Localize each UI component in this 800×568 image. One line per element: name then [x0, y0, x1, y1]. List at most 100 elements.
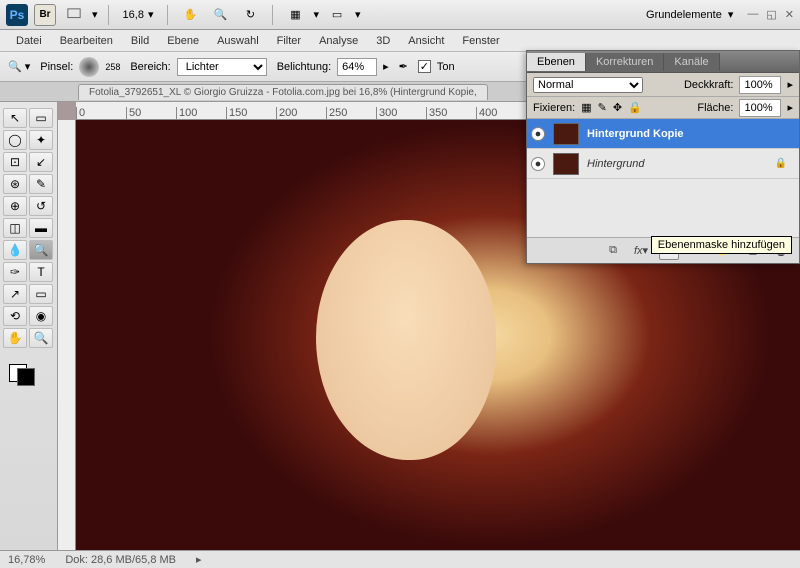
arrange-documents-icon[interactable]: ▦ [283, 4, 307, 26]
menu-bild[interactable]: Bild [123, 33, 157, 49]
zoom-level-dropdown[interactable]: 16,8▾ [119, 8, 158, 21]
status-zoom[interactable]: 16,78% [8, 554, 45, 566]
layer-row[interactable]: Hintergrund 🔒 [527, 149, 799, 179]
layer-row[interactable]: Hintergrund Kopie [527, 119, 799, 149]
fill-label: Fläche: [697, 102, 733, 114]
opacity-input[interactable] [739, 76, 781, 94]
3d-tool[interactable]: ⟲ [3, 306, 27, 326]
menu-datei[interactable]: Datei [8, 33, 50, 49]
photoshop-icon: Ps [6, 4, 28, 26]
move-tool[interactable]: ↖ [3, 108, 27, 128]
eraser-tool[interactable]: ◫ [3, 218, 27, 238]
layer-name: Hintergrund Kopie [587, 128, 684, 140]
status-dropdown-arrow[interactable]: ▸ [196, 553, 202, 566]
hand-tool-icon[interactable]: ✋ [178, 4, 202, 26]
status-doc-label: Dok: [65, 554, 88, 566]
brush-label: Pinsel: [40, 61, 73, 73]
exposure-input[interactable] [337, 58, 377, 76]
tab-kanaele[interactable]: Kanäle [664, 53, 719, 71]
menu-ebene[interactable]: Ebene [159, 33, 207, 49]
screen-mode-icon[interactable]: ▭ [325, 4, 349, 26]
workspace-label: Grundelemente [646, 9, 722, 21]
menu-ansicht[interactable]: Ansicht [400, 33, 452, 49]
brush-preview[interactable] [79, 57, 99, 77]
layer-name: Hintergrund [587, 158, 644, 170]
opacity-slider-arrow[interactable]: ▸ [787, 78, 793, 91]
restore-button[interactable]: ◱ [766, 8, 776, 21]
minimize-button[interactable]: — [747, 8, 758, 21]
pen-tool[interactable]: ✑ [3, 262, 27, 282]
bridge-icon[interactable]: Br [34, 4, 56, 26]
status-bar: 16,78% Dok: 28,6 MB/65,8 MB ▸ [0, 550, 800, 568]
blur-tool[interactable]: 💧 [3, 240, 27, 260]
protect-tones-checkbox[interactable]: ✓ [418, 60, 431, 73]
stamp-tool[interactable]: ⊕ [3, 196, 27, 216]
menu-bearbeiten[interactable]: Bearbeiten [52, 33, 121, 49]
type-tool[interactable]: T [29, 262, 53, 282]
fill-slider-arrow[interactable]: ▸ [787, 101, 793, 114]
application-toolbar: Ps Br ▾ 16,8▾ ✋ 🔍 ↻ ▦▾ ▭▾ Grundelemente▾… [0, 0, 800, 30]
toolbar-dropdown-arrow[interactable]: ▾ [92, 8, 98, 21]
marquee-tool[interactable]: ▭ [29, 108, 53, 128]
hand-tool[interactable]: ✋ [3, 328, 27, 348]
link-layers-icon[interactable]: ⧉ [603, 242, 623, 260]
menu-analyse[interactable]: Analyse [311, 33, 366, 49]
vertical-ruler [58, 120, 76, 550]
visibility-icon[interactable] [531, 127, 545, 141]
lock-all-icon[interactable]: 🔒 [628, 101, 642, 114]
range-select[interactable]: Lichter [177, 58, 267, 76]
healing-tool[interactable]: ⊛ [3, 174, 27, 194]
status-doc-size: 28,6 MB/65,8 MB [91, 554, 176, 566]
airbrush-icon[interactable]: ✒ [399, 60, 408, 73]
fill-input[interactable] [739, 99, 781, 117]
blend-mode-select[interactable]: Normal [533, 77, 643, 93]
menu-filter[interactable]: Filter [269, 33, 309, 49]
gradient-tool[interactable]: ▬ [29, 218, 53, 238]
lasso-tool[interactable]: ◯ [3, 130, 27, 150]
layers-panel: Ebenen Korrekturen Kanäle Normal Deckkra… [526, 50, 800, 264]
current-tool-indicator[interactable]: 🔍 ▾ [8, 60, 30, 73]
layer-style-icon[interactable]: fx▾ [631, 242, 651, 260]
protect-tones-label: Ton [437, 61, 455, 73]
lock-pixels-icon[interactable]: ✎ [598, 101, 607, 114]
brush-tool[interactable]: ✎ [29, 174, 53, 194]
menu-auswahl[interactable]: Auswahl [209, 33, 267, 49]
zoom-tool-icon[interactable]: 🔍 [208, 4, 232, 26]
tab-korrekturen[interactable]: Korrekturen [586, 53, 664, 71]
menu-bar: Datei Bearbeiten Bild Ebene Auswahl Filt… [0, 30, 800, 52]
exposure-label: Belichtung: [277, 61, 331, 73]
shape-tool[interactable]: ▭ [29, 284, 53, 304]
opacity-label: Deckkraft: [684, 79, 734, 91]
menu-fenster[interactable]: Fenster [454, 33, 507, 49]
exposure-slider-arrow[interactable]: ▸ [383, 60, 389, 73]
dodge-tool[interactable]: 🔍 [29, 240, 53, 260]
menu-3d[interactable]: 3D [368, 33, 398, 49]
zoom-tool-tb[interactable]: 🔍 [29, 328, 53, 348]
lock-position-icon[interactable]: ✥ [613, 101, 622, 114]
view-extras-button[interactable] [62, 4, 86, 26]
rotate-view-icon[interactable]: ↻ [238, 4, 262, 26]
close-button[interactable]: ✕ [785, 8, 794, 21]
history-brush-tool[interactable]: ↺ [29, 196, 53, 216]
range-label: Bereich: [130, 61, 170, 73]
workspace-switcher[interactable]: Grundelemente▾ [638, 6, 741, 23]
layer-list: Hintergrund Kopie Hintergrund 🔒 [527, 119, 799, 237]
lock-label: Fixieren: [533, 102, 575, 114]
brush-size-value: 258 [105, 62, 120, 72]
tooltip: Ebenenmaske hinzufügen [651, 236, 792, 254]
quick-select-tool[interactable]: ✦ [29, 130, 53, 150]
color-swatches[interactable] [3, 358, 54, 388]
document-tab[interactable]: Fotolia_3792651_XL © Giorgio Gruizza - F… [78, 84, 488, 100]
layer-thumbnail[interactable] [553, 153, 579, 175]
tab-ebenen[interactable]: Ebenen [527, 53, 586, 71]
3d-camera-tool[interactable]: ◉ [29, 306, 53, 326]
layer-thumbnail[interactable] [553, 123, 579, 145]
path-select-tool[interactable]: ↗ [3, 284, 27, 304]
lock-icon: 🔒 [775, 158, 787, 169]
visibility-icon[interactable] [531, 157, 545, 171]
zoom-value: 16,8 [123, 9, 144, 21]
eyedropper-tool[interactable]: ↙ [29, 152, 53, 172]
lock-transparency-icon[interactable]: ▦ [581, 101, 591, 114]
toolbox: ↖▭ ◯✦ ⊡↙ ⊛✎ ⊕↺ ◫▬ 💧🔍 ✑T ↗▭ ⟲◉ ✋🔍 [0, 102, 58, 550]
crop-tool[interactable]: ⊡ [3, 152, 27, 172]
